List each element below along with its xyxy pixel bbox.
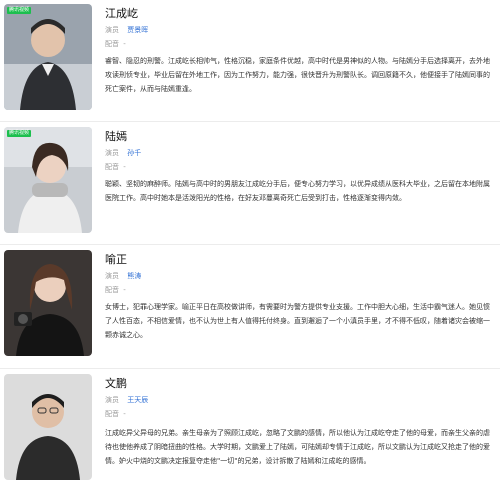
actor-label: 演员 (105, 396, 119, 404)
character-photo[interactable]: 腾讯视频 (4, 127, 92, 233)
character-name[interactable]: 喻正 (105, 251, 127, 267)
actor-link[interactable]: 孙千 (127, 149, 141, 157)
platform-badge: 腾讯视频 (7, 130, 32, 137)
actor-label: 演员 (105, 272, 119, 280)
character-name[interactable]: 陆嫣 (105, 128, 127, 144)
character-card[interactable]: 腾讯视频 江成屹 演员 贾景晖 配音 - 睿智、隐忍的刑警。江成屹长相帅气，性格… (0, 0, 500, 122)
dub-label: 配音 (105, 286, 119, 294)
actor-label: 演员 (105, 26, 119, 34)
character-photo[interactable]: 腾讯视频 (4, 4, 92, 110)
dub-row: 配音 - (105, 285, 126, 295)
dub-value: - (123, 410, 126, 418)
dub-label: 配音 (105, 410, 119, 418)
actor-label: 演员 (105, 149, 119, 157)
character-photo-image (4, 4, 92, 110)
character-description: 女博士，犯罪心理学家。喻正平日在高校做讲师，有需要时为警方提供专业支援。工作中胆… (105, 303, 490, 339)
dub-row: 配音 - (105, 409, 126, 419)
actor-link[interactable]: 王天辰 (127, 396, 148, 404)
actor-link[interactable]: 贾景晖 (127, 26, 148, 34)
actor-row: 演员 王天辰 (105, 395, 148, 405)
character-photo-image (4, 374, 92, 480)
character-photo[interactable] (4, 250, 92, 356)
character-photo-image (4, 250, 92, 356)
character-photo-image (4, 127, 92, 233)
character-list: 腾讯视频 江成屹 演员 贾景晖 配音 - 睿智、隐忍的刑警。江成屹长相帅气，性格… (0, 0, 500, 497)
actor-link[interactable]: 熊涛 (127, 272, 141, 280)
dub-label: 配音 (105, 163, 119, 171)
dub-value: - (123, 163, 126, 171)
dub-value: - (123, 286, 126, 294)
actor-row: 演员 熊涛 (105, 271, 141, 281)
character-photo[interactable] (4, 374, 92, 480)
character-card[interactable]: 腾讯视频 陆嫣 演员 孙千 配音 - 聪颖、坚韧的麻醉师。陆嫣与高中时的男朋友江… (0, 123, 500, 245)
platform-badge: 腾讯视频 (7, 7, 32, 14)
dub-value: - (123, 40, 126, 48)
character-name[interactable]: 江成屹 (105, 5, 138, 21)
dub-row: 配音 - (105, 162, 126, 172)
character-name[interactable]: 文鹏 (105, 375, 127, 391)
character-description: 睿智、隐忍的刑警。江成屹长相帅气，性格沉稳，家庭条件优越，高中时代是男神似的人物… (105, 57, 490, 93)
character-card[interactable]: 喻正 演员 熊涛 配音 - 女博士，犯罪心理学家。喻正平日在高校做讲师，有需要时… (0, 246, 500, 369)
character-card[interactable]: 文鹏 演员 王天辰 配音 - 江成屹异父异母的兄弟。亲生母亲为了照顾江成屹，忽略… (0, 370, 500, 497)
character-description: 江成屹异父异母的兄弟。亲生母亲为了照顾江成屹，忽略了文鹏的感情，所以他认为江成屹… (105, 429, 490, 465)
dub-label: 配音 (105, 40, 119, 48)
actor-row: 演员 孙千 (105, 148, 141, 158)
character-description: 聪颖、坚韧的麻醉师。陆嫣与高中时的男朋友江成屹分手后，便专心努力学习，以优异成绩… (105, 180, 490, 202)
dub-row: 配音 - (105, 39, 126, 49)
actor-row: 演员 贾景晖 (105, 25, 148, 35)
